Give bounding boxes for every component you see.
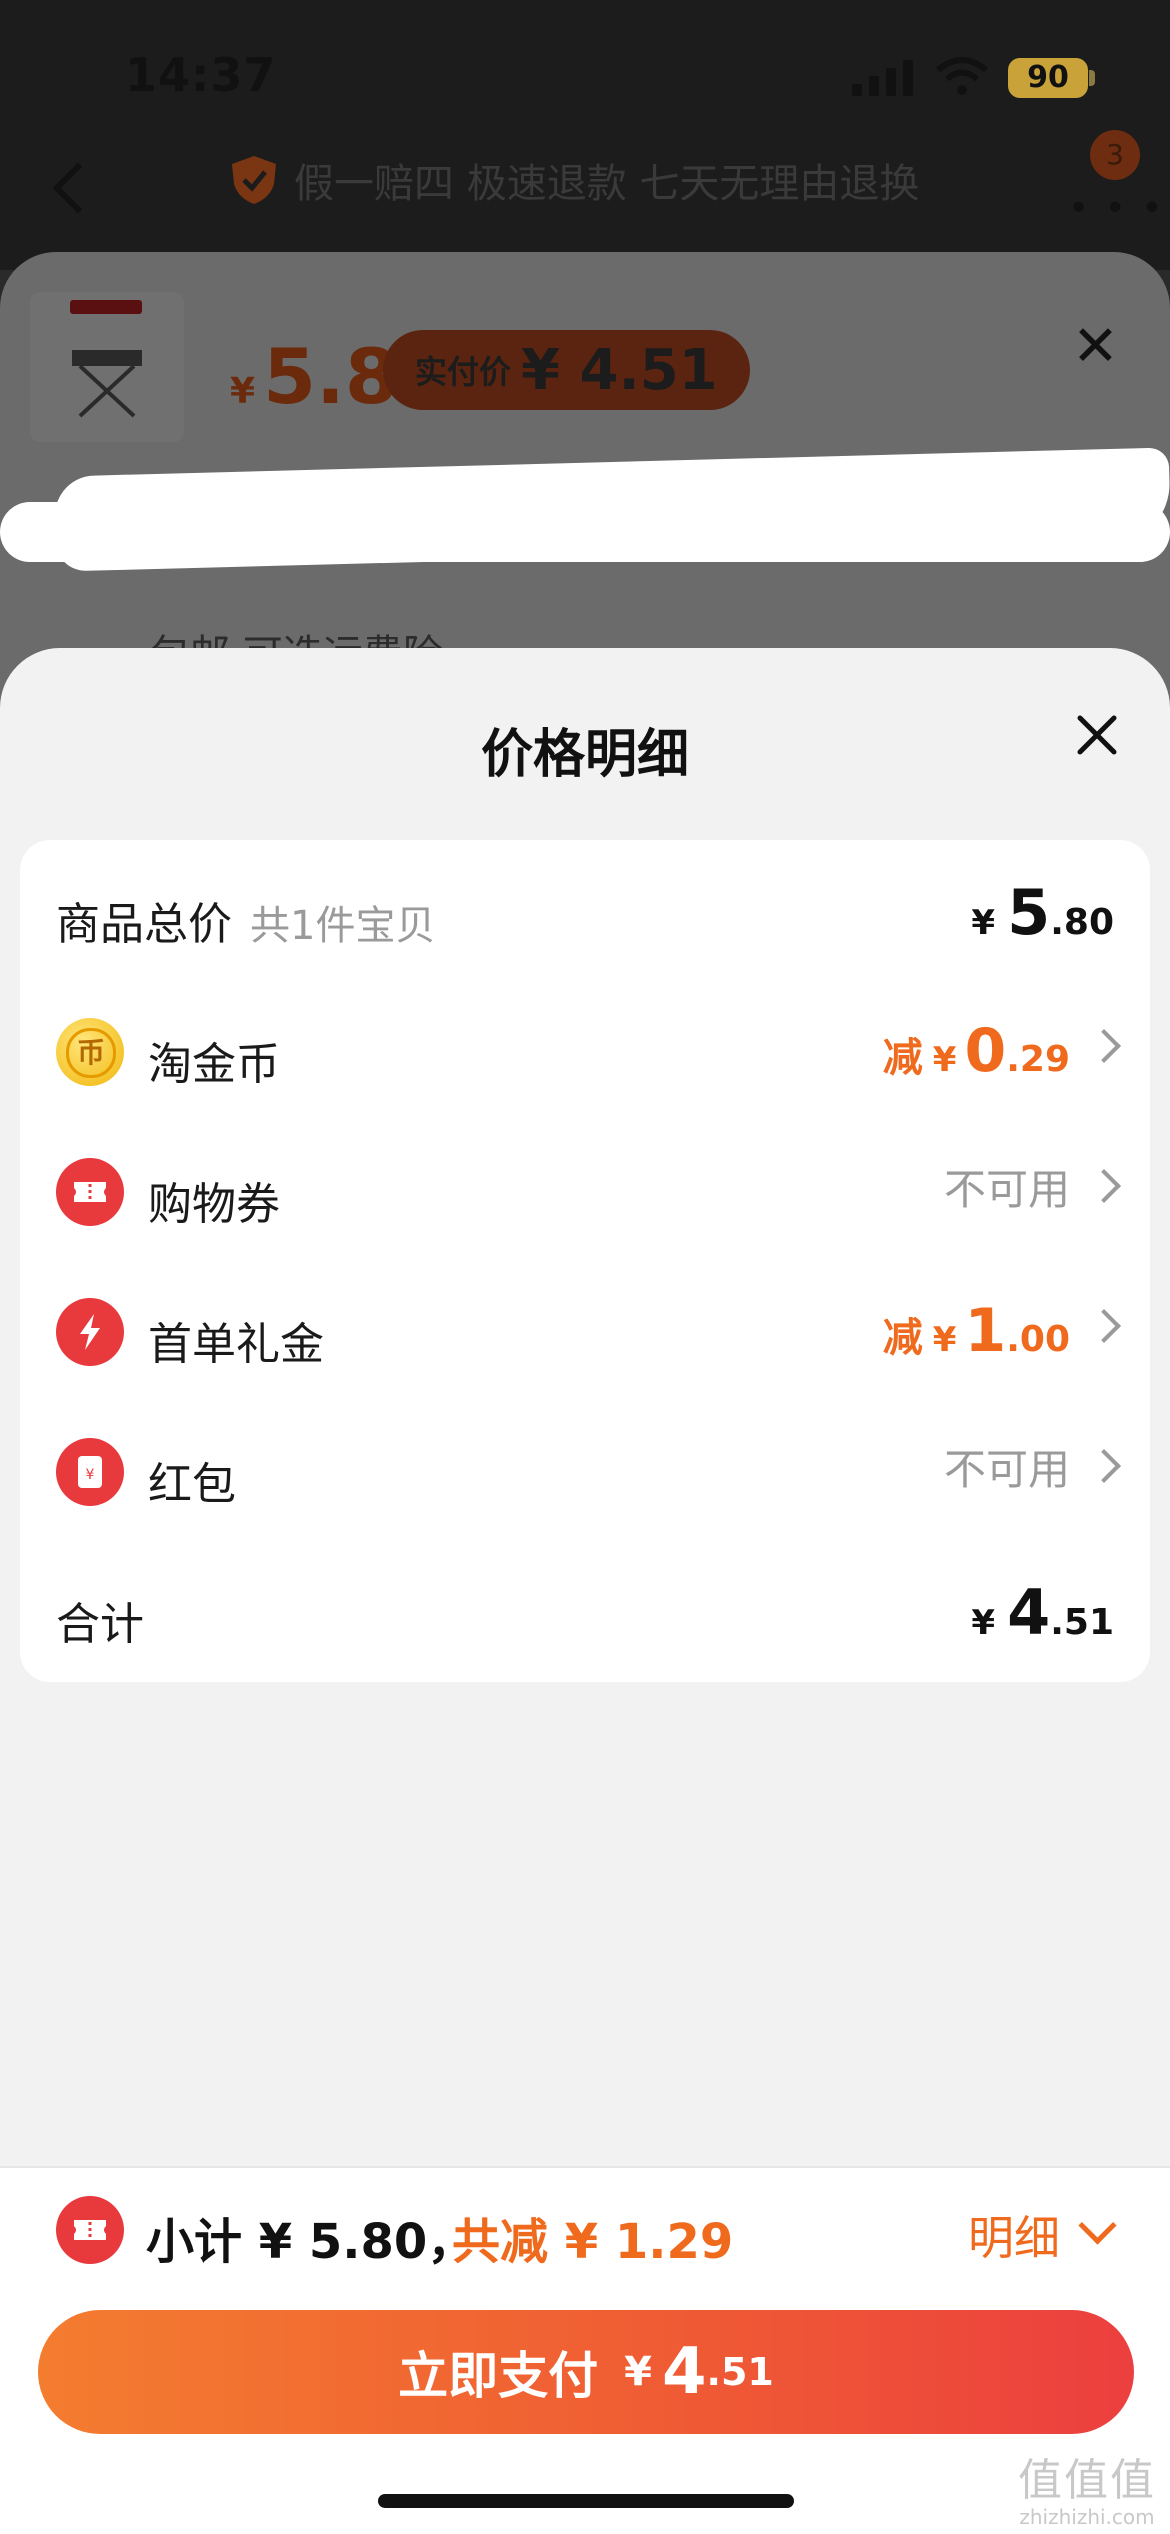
discount-prefix: 减 [882,1315,923,1361]
taojinbi-label: 淘金币 [148,1039,280,1090]
paid-price-label: 实付价 [415,353,512,391]
amount-decimal: .00 [1006,1319,1070,1360]
sku-price-currency: ¥ [230,371,256,412]
cart-count-badge: 3 [1090,130,1140,180]
site-watermark: 值值值 zhizhizhi.com [1012,2455,1162,2529]
grand-total-label: 合计 [56,1599,144,1650]
amount-decimal: .51 [1050,1602,1114,1643]
pay-currency: ¥ [624,2349,652,2395]
amount-integer: 0 [964,1016,1007,1086]
more-icon[interactable]: • • • [1068,188,1165,229]
paid-price-value: ¥ 4.51 [521,337,718,403]
first-order-label: 首单礼金 [148,1319,324,1370]
goods-total-amount: ¥ 5 .80 [971,876,1114,949]
row-goods-total: 商品总价 共1件宝贝 ¥ 5 .80 [20,840,1150,980]
paid-price-badge: 实付价 ¥ 4.51 [383,330,750,410]
grand-total-amount: ¥ 4 .51 [971,1576,1114,1649]
shield-check-icon [232,156,276,204]
watermark-url: zhizhizhi.com [1019,2505,1155,2529]
sku-price: ¥ 5.8 [230,332,398,421]
sku-close-icon[interactable]: ✕ [1072,314,1119,379]
sheet-title: 价格明细 [480,725,689,785]
chevron-down-icon[interactable] [1078,2206,1117,2245]
amount-integer: 1 [964,1296,1007,1366]
pay-amount-integer: 4 [661,2335,707,2409]
signal-icon [852,60,913,96]
pay-now-label: 立即支付 [398,2347,599,2405]
battery-tip [1089,70,1095,86]
detail-toggle[interactable]: 明细 [968,2202,1060,2268]
red-packet-label: 红包 [148,1459,236,1510]
status-time: 14:37 [125,48,277,102]
coupon-status: 不可用 [943,1165,1070,1214]
currency-symbol: ¥ [932,1320,957,1360]
lightning-icon [56,1298,124,1366]
discount-prefix: 减 [882,1035,923,1081]
row-shopping-coupon[interactable]: 购物券 不可用 [20,1120,1150,1260]
folding-chair-icon [72,350,142,418]
close-icon[interactable] [1072,710,1122,760]
guarantee-text: 假一赔四 极速退款 七天无理由退换 [294,161,920,207]
taojinbi-discount: 减 ¥ 0 .29 [883,1016,1070,1086]
product-nav-bar: 假一赔四 极速退款 七天无理由退换 3 • • • [0,130,1170,250]
battery-indicator: 90 [1008,58,1088,98]
ticket-icon [56,2196,124,2264]
chevron-right-icon [1087,1169,1121,1203]
red-packet-icon: ¥ [56,1438,124,1506]
row-red-packet[interactable]: ¥ 红包 不可用 [20,1400,1150,1540]
status-bar: 14:37 90 [0,0,1170,140]
thumbnail-tag [70,300,142,314]
subtotal-text: 小计 ¥ 5.80， [146,2214,476,2270]
watermark-logo-text: 值值值 [1018,2455,1156,2506]
price-breakdown-card: 商品总价 共1件宝贝 ¥ 5 .80 币 淘金币 减 ¥ 0 .29 购物券 不… [20,840,1150,1682]
pay-amount-decimal: .51 [706,2350,774,2394]
coin-icon: 币 [56,1018,124,1086]
currency-symbol: ¥ [932,1040,957,1080]
total-saved-text: 共减 ¥ 1.29 [452,2214,734,2270]
home-indicator [378,2494,794,2508]
first-order-discount: 减 ¥ 1 .00 [883,1296,1070,1366]
row-taojinbi[interactable]: 币 淘金币 减 ¥ 0 .29 [20,980,1150,1120]
row-label: 商品总价 共1件宝贝 [56,888,435,952]
row-grand-total: 合计 ¥ 4 .51 [20,1540,1150,1680]
svg-text:¥: ¥ [86,1467,95,1483]
row-first-order-gift[interactable]: 首单礼金 减 ¥ 1 .00 [20,1260,1150,1400]
wifi-icon [936,57,988,95]
red-packet-status: 不可用 [943,1445,1070,1494]
sku-price-value: 5.8 [263,332,398,421]
back-icon[interactable] [52,162,104,214]
currency-symbol: ¥ [971,1603,996,1643]
chevron-right-icon [1087,1449,1121,1483]
goods-total-label: 商品总价 [56,899,232,950]
product-thumbnail [30,292,184,442]
item-count-text: 共1件宝贝 [250,903,436,949]
coupon-label: 购物券 [148,1179,280,1230]
amount-integer: 4 [1007,1576,1051,1649]
amount-integer: 5 [1007,876,1051,949]
guarantee-banner: 假一赔四 极速退款 七天无理由退换 [228,150,919,210]
currency-symbol: ¥ [971,903,996,943]
chevron-right-icon [1087,1029,1121,1063]
checkout-bar: 小计 ¥ 5.80， 共减 ¥ 1.29 明细 立即支付 ¥ 4 .51 值值值… [0,2166,1170,2534]
ticket-icon [56,1158,124,1226]
pay-now-button[interactable]: 立即支付 ¥ 4 .51 [38,2310,1134,2434]
amount-decimal: .29 [1006,1039,1070,1080]
amount-decimal: .80 [1050,902,1114,943]
chevron-right-icon [1087,1309,1121,1343]
